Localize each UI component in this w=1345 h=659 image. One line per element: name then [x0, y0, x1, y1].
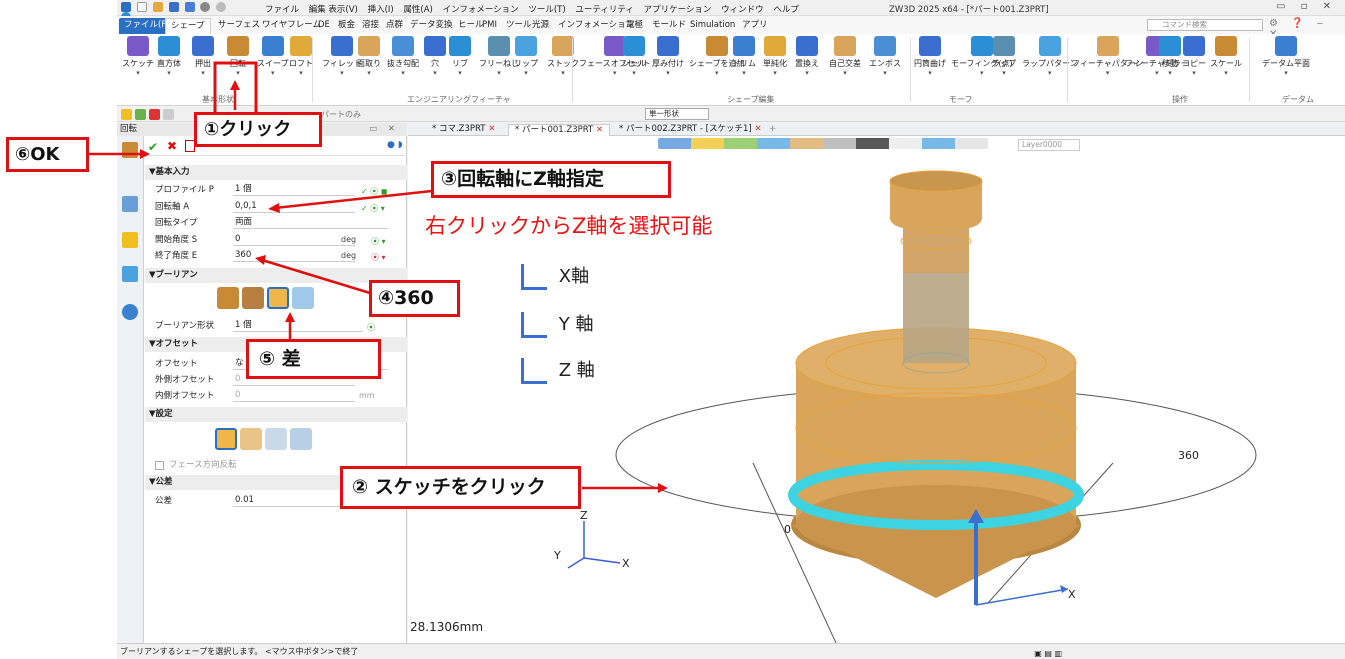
arrow-ok-head: [140, 149, 150, 159]
arrow-step3: [274, 189, 433, 210]
arrow-step2-head: [658, 483, 668, 493]
annotation-step1: ①クリック: [194, 112, 322, 147]
arrow-step4: [261, 258, 371, 295]
arrow-step3-head: [268, 203, 280, 213]
arrow-step4-head: [255, 255, 266, 265]
annotation-step5: ⑤ 差: [246, 339, 381, 379]
annotation-step6: ⑥OK: [6, 137, 89, 172]
annotation-step3: ③回転軸にZ軸指定: [431, 161, 671, 198]
annotation-arrows: [88, 61, 668, 493]
annotation-step4: ④360: [369, 280, 460, 317]
annotation-step3-note: 右クリックからZ軸を選択可能: [425, 214, 713, 238]
annotation-step2: ② スケッチをクリック: [340, 466, 581, 509]
arrow-step5-head: [285, 312, 295, 322]
arrow-step1-head: [230, 80, 240, 90]
